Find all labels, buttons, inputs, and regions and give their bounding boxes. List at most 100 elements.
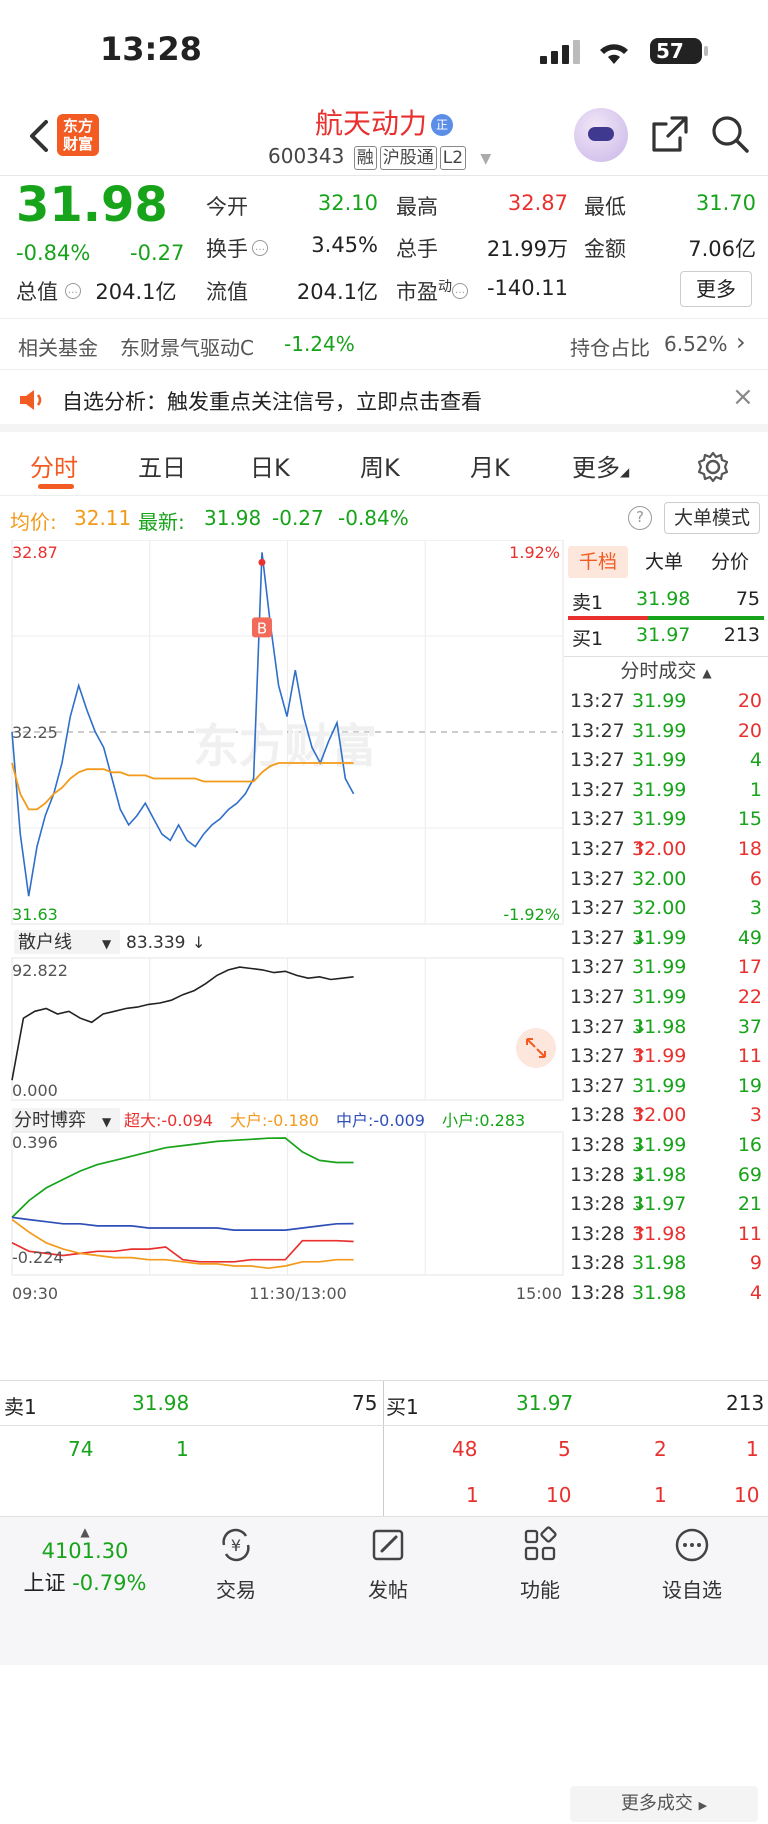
trades-title[interactable]: 分时成交 ▲ xyxy=(564,656,768,688)
trade-price-value: 31.99 xyxy=(632,986,687,1008)
trade-price-value: 31.98 xyxy=(632,1252,687,1275)
trade-time: 13:27 xyxy=(570,956,625,979)
nav-functions-label: 功能 xyxy=(520,1578,560,1602)
nav-add-watchlist[interactable]: 设自选 xyxy=(632,1525,752,1603)
more-button[interactable]: 更多 xyxy=(680,271,752,307)
more-trades-button[interactable]: 更多成交 ▶ xyxy=(570,1786,758,1822)
game-title: 分时博弈 xyxy=(14,1110,86,1131)
trade-time: 13:27 xyxy=(570,867,625,890)
info-icon[interactable]: … xyxy=(452,283,468,299)
trade-row: 13:27 32.00 3 xyxy=(568,897,764,928)
retail-title: 散户线 xyxy=(18,932,72,953)
trade-row: 13:27 31.99 17 xyxy=(568,956,764,987)
stock-code-row[interactable]: 600343 融沪股通 L2 ▼ xyxy=(268,144,491,170)
info-icon[interactable]: … xyxy=(252,240,268,256)
tag-connect: 沪股通 xyxy=(379,146,437,170)
share-icon[interactable] xyxy=(650,114,690,154)
trade-volume: 6 xyxy=(749,867,762,890)
trade-row: 13:27 31.99 20 xyxy=(568,720,764,751)
amount-label: 金额 xyxy=(584,237,626,261)
tab-price-dist[interactable]: 分价 xyxy=(700,546,760,578)
open-value: 32.10 xyxy=(317,191,378,215)
latest-percent: -0.84% xyxy=(338,506,409,530)
info-icon[interactable]: … xyxy=(64,283,81,299)
total-value-field: 总值 … 204.1亿 xyxy=(16,276,177,306)
tab-weekly-k[interactable]: 周K xyxy=(360,448,400,483)
tab-intraday[interactable]: 分时 xyxy=(30,448,78,483)
trade-time: 13:28 xyxy=(570,1104,625,1127)
trade-volume: 16 xyxy=(737,1134,762,1156)
trade-price-value: 31.99 xyxy=(632,808,687,831)
trade-volume: 22 xyxy=(737,986,762,1008)
tab-thousand-levels[interactable]: 千档 xyxy=(568,546,628,578)
big-order-mode-button[interactable]: 大单模式 xyxy=(664,502,760,534)
dropdown-triangle-icon: ▼ xyxy=(102,937,112,951)
ob-buy-detail: 1 xyxy=(466,1483,479,1507)
chart-canvas: 东方财富 B 32.87 32.25 31.63 1.92% -1.92% 散户线 ▼ 83.33… xyxy=(11,540,564,1303)
game-line-1 xyxy=(11,1216,354,1231)
retail-y-bottom: 0.000 xyxy=(12,1081,58,1100)
status-bar: 13:28 57 xyxy=(0,0,768,100)
signal-icon xyxy=(540,40,580,64)
intraday-chart[interactable]: 东方财富 B 32.87 32.25 31.63 1.92% -1.92% 散户线 ▼ 83.33… xyxy=(0,540,565,1370)
nav-functions[interactable]: 功能 xyxy=(480,1525,600,1603)
retail-line xyxy=(11,966,354,1081)
trade-volume: 15 xyxy=(737,808,762,831)
dropdown-triangle-icon: ▼ xyxy=(102,1115,112,1129)
down-arrow-icon: ↓ xyxy=(192,933,205,952)
ob-buy-detail: 10 xyxy=(546,1483,572,1507)
stock-header: 东方财富 航天动力正 600343 融沪股通 L2 ▼ xyxy=(0,100,768,176)
sell1-row: 卖1 31.98 75 xyxy=(568,588,764,618)
gear-icon[interactable] xyxy=(696,450,730,484)
tab-monthly-k[interactable]: 月K xyxy=(470,448,510,483)
ob-buy-detail: 10 xyxy=(734,1483,760,1507)
trade-row: 13:27 31.98 ↓ 37 xyxy=(568,1016,764,1047)
avg-value: 32.11 xyxy=(74,506,132,530)
trade-row: 13:27 31.99 ↓ 49 xyxy=(568,927,764,958)
tab-five-day[interactable]: 五日 xyxy=(138,448,186,483)
close-icon[interactable]: × xyxy=(732,382,754,412)
pe-label: 市盈 xyxy=(396,280,438,304)
search-icon[interactable] xyxy=(710,114,750,154)
help-icon[interactable]: ? xyxy=(628,506,652,530)
ob-sell-price: 31.98 xyxy=(132,1391,190,1415)
legend-2: 中户:-0.009 xyxy=(336,1111,425,1130)
zheng-badge: 正 xyxy=(431,114,453,136)
buy1-row: 买1 31.97 213 xyxy=(568,624,764,654)
nav-post[interactable]: 发帖 xyxy=(328,1525,448,1603)
legend-name: 中户 xyxy=(336,1111,368,1130)
index-widget[interactable]: ▲ 4101.30 上证 -0.79% xyxy=(10,1525,160,1597)
trade-direction-icon: ↑ xyxy=(632,1222,648,1245)
stock-code: 600343 xyxy=(268,144,345,168)
trade-time: 13:27 xyxy=(570,778,625,801)
game-y-bottom: -0.224 xyxy=(12,1248,64,1267)
peak-marker xyxy=(258,558,266,566)
orderbook-bottom: 卖1 31.98 75 买1 31.97 213 74 1 48 5 2 1 1… xyxy=(0,1380,768,1517)
trade-price-value: 31.98 xyxy=(632,1282,687,1304)
dropdown-corner-icon: ◢ xyxy=(620,465,630,479)
legend-value: -0.180 xyxy=(267,1111,319,1130)
trade-direction-icon: ↑ xyxy=(632,1045,648,1068)
related-fund-row[interactable]: 相关基金 东财景气驱动C -1.24% 持仓占比 6.52% › xyxy=(0,320,768,370)
total-value: 204.1亿 xyxy=(95,280,177,304)
legend-name: 超大 xyxy=(124,1111,156,1130)
nav-post-label: 发帖 xyxy=(368,1578,408,1602)
trade-volume: 49 xyxy=(737,926,762,949)
y-label-low-pct: -1.92% xyxy=(503,905,560,924)
legend-value: 0.283 xyxy=(479,1111,525,1130)
float-value: 204.1亿 xyxy=(296,280,378,304)
tab-more[interactable]: 更多◢ xyxy=(572,448,629,483)
trade-time: 13:27 xyxy=(570,838,625,860)
trade-row: 13:27 31.99 20 xyxy=(568,690,764,721)
tab-daily-k[interactable]: 日K xyxy=(250,448,290,483)
volume-value: 21.99万 xyxy=(486,237,568,261)
legend-name: 小户 xyxy=(442,1111,474,1130)
tab-big-orders[interactable]: 大单 xyxy=(634,546,694,578)
nav-trade[interactable]: ¥ 交易 xyxy=(176,1525,296,1603)
retail-value: 83.339 xyxy=(126,933,185,953)
fund-name[interactable]: 东财景气驱动C xyxy=(120,332,254,361)
assistant-avatar[interactable] xyxy=(574,108,628,162)
change-amount: -0.27 xyxy=(130,241,185,265)
notice-bar[interactable]: 自选分析：触发重点关注信号，立即点击查看 × xyxy=(0,370,768,432)
y-label-high: 32.87 xyxy=(12,543,58,562)
